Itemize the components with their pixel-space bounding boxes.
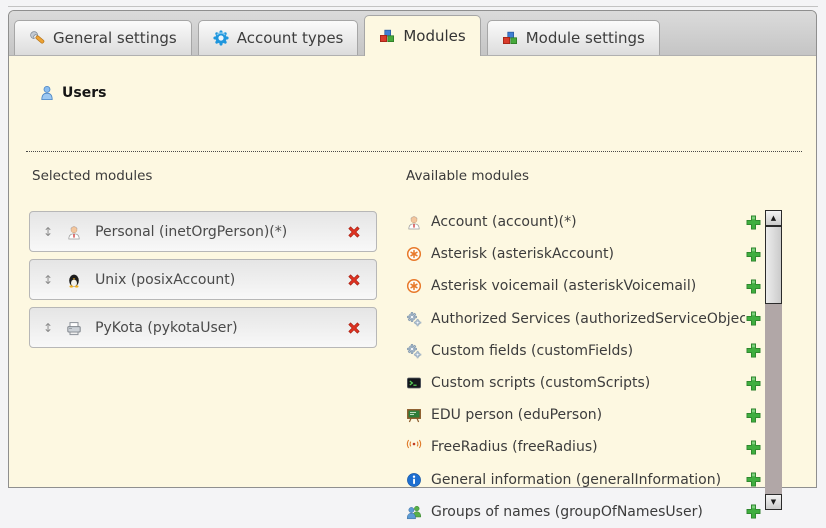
add-module-button[interactable]	[745, 407, 762, 424]
drag-handle-icon[interactable]: ↕	[43, 274, 53, 286]
group-icon	[406, 504, 422, 520]
users-section-header: Users	[39, 85, 106, 101]
tab-label: Modules	[403, 27, 465, 45]
scroll-up-button[interactable]: ▲	[765, 210, 782, 226]
available-module-edu-person: EDU person (eduPerson)	[406, 399, 762, 431]
modules-icon	[379, 28, 395, 44]
available-modules-list: Account (account)(*) Asterisk (asteriskAc…	[406, 206, 762, 528]
tab-modules[interactable]: Modules	[364, 15, 480, 56]
person-icon	[406, 214, 422, 230]
module-label: Account (account)(*)	[431, 214, 745, 230]
module-label: General information (generalInformation)	[431, 472, 745, 488]
gears-icon	[406, 311, 422, 327]
scrollbar-thumb[interactable]	[765, 226, 782, 304]
add-module-button[interactable]	[745, 342, 762, 359]
module-label: Personal (inetOrgPerson)(*)	[95, 224, 345, 240]
person-icon	[66, 224, 82, 240]
tab-general-settings[interactable]: General settings	[14, 20, 192, 55]
info-icon	[406, 472, 422, 488]
selected-modules-list: ↕ Personal (inetOrgPerson)(*) ↕ Unix (posix…	[29, 211, 377, 355]
available-module-groups-of-names: Groups of names (groupOfNamesUser)	[406, 496, 762, 528]
available-module-authorized-services: Authorized Services (authorizedServiceOb…	[406, 303, 762, 335]
antenna-icon	[406, 439, 422, 455]
asterisk-icon	[406, 278, 422, 294]
remove-module-button[interactable]	[345, 223, 363, 241]
tab-label: Module settings	[526, 29, 645, 47]
available-modules-scrollbar[interactable]: ▲ ▼	[765, 210, 782, 510]
available-module-account: Account (account)(*)	[406, 206, 762, 238]
available-module-asterisk-voicemail: Asterisk voicemail (asteriskVoicemail)	[406, 270, 762, 302]
available-module-asterisk: Asterisk (asteriskAccount)	[406, 238, 762, 270]
user-icon	[39, 85, 55, 101]
add-module-button[interactable]	[745, 310, 762, 327]
add-module-button[interactable]	[745, 214, 762, 231]
gears-icon	[406, 343, 422, 359]
tux-icon	[66, 272, 82, 288]
module-label: Custom fields (customFields)	[431, 343, 745, 359]
module-label: Asterisk (asteriskAccount)	[431, 246, 745, 262]
module-label: FreeRadius (freeRadius)	[431, 439, 745, 455]
available-module-freeradius: FreeRadius (freeRadius)	[406, 431, 762, 463]
module-label: EDU person (eduPerson)	[431, 407, 745, 423]
selected-module-unix[interactable]: ↕ Unix (posixAccount)	[29, 259, 377, 300]
module-label: Authorized Services (authorizedServiceOb…	[431, 311, 745, 327]
module-label: Asterisk voicemail (asteriskVoicemail)	[431, 278, 745, 294]
printer-icon	[66, 320, 82, 336]
chalkboard-icon	[406, 407, 422, 423]
remove-module-button[interactable]	[345, 271, 363, 289]
top-divider	[8, 6, 818, 7]
available-module-custom-scripts: Custom scripts (customScripts)	[406, 367, 762, 399]
module-label: Custom scripts (customScripts)	[431, 375, 745, 391]
scroll-down-button[interactable]: ▼	[765, 494, 782, 510]
module-label: Groups of names (groupOfNamesUser)	[431, 504, 745, 520]
tab-bar: General settings Account types Modules Modu…	[9, 11, 816, 56]
asterisk-icon	[406, 246, 422, 262]
remove-module-button[interactable]	[345, 319, 363, 337]
modules-icon	[502, 30, 518, 46]
section-title: Users	[62, 85, 106, 101]
tab-account-types[interactable]: Account types	[198, 20, 359, 55]
drag-handle-icon[interactable]: ↕	[43, 322, 53, 334]
add-module-button[interactable]	[745, 278, 762, 295]
selected-modules-label: Selected modules	[32, 168, 152, 184]
available-module-custom-fields: Custom fields (customFields)	[406, 335, 762, 367]
add-module-button[interactable]	[745, 439, 762, 456]
tab-label: Account types	[237, 29, 344, 47]
available-modules-label: Available modules	[406, 168, 529, 184]
config-panel: General settings Account types Modules Modu…	[8, 10, 817, 488]
selected-module-personal[interactable]: ↕ Personal (inetOrgPerson)(*)	[29, 211, 377, 252]
selected-module-pykota[interactable]: ↕ PyKota (pykotaUser)	[29, 307, 377, 348]
tab-label: General settings	[53, 29, 177, 47]
terminal-icon	[406, 375, 422, 391]
wrench-icon	[29, 30, 45, 46]
add-module-button[interactable]	[745, 246, 762, 263]
add-module-button[interactable]	[745, 503, 762, 520]
tab-module-settings[interactable]: Module settings	[487, 20, 660, 55]
add-module-button[interactable]	[745, 375, 762, 392]
add-module-button[interactable]	[745, 471, 762, 488]
modules-content: Users Selected modules Available modules…	[9, 56, 816, 487]
section-divider	[26, 151, 802, 152]
drag-handle-icon[interactable]: ↕	[43, 226, 53, 238]
module-label: Unix (posixAccount)	[95, 272, 345, 288]
module-label: PyKota (pykotaUser)	[95, 320, 345, 336]
account-types-icon	[213, 30, 229, 46]
